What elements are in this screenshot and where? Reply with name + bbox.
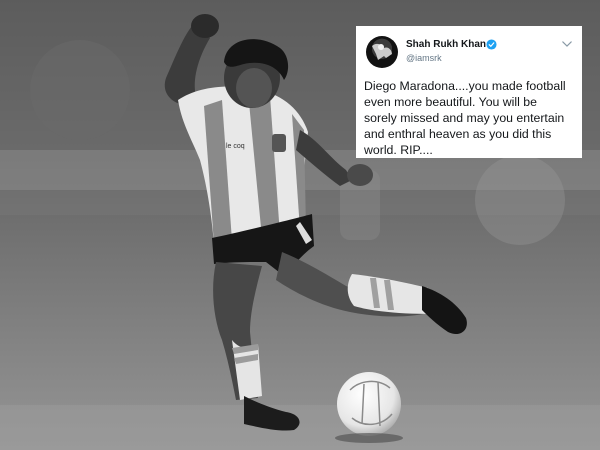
tweet-text: Diego Maradona....you made football even… xyxy=(364,79,566,157)
svg-text:le coq: le coq xyxy=(226,143,245,150)
tweet-header: Shah Rukh Khan @iamsrk xyxy=(364,34,572,68)
image-scene: le coq Shah Rukh Khan @iamsrk Diego Mara… xyxy=(0,0,600,450)
chevron-down-icon[interactable] xyxy=(562,40,572,48)
tweet-handle[interactable]: @iamsrk xyxy=(406,53,442,63)
tweet-card: Shah Rukh Khan @iamsrk Diego Maradona...… xyxy=(356,26,582,158)
tweet-display-name[interactable]: Shah Rukh Khan xyxy=(406,39,486,50)
profile-photo-icon[interactable] xyxy=(366,36,398,68)
verified-badge-icon xyxy=(486,39,497,50)
